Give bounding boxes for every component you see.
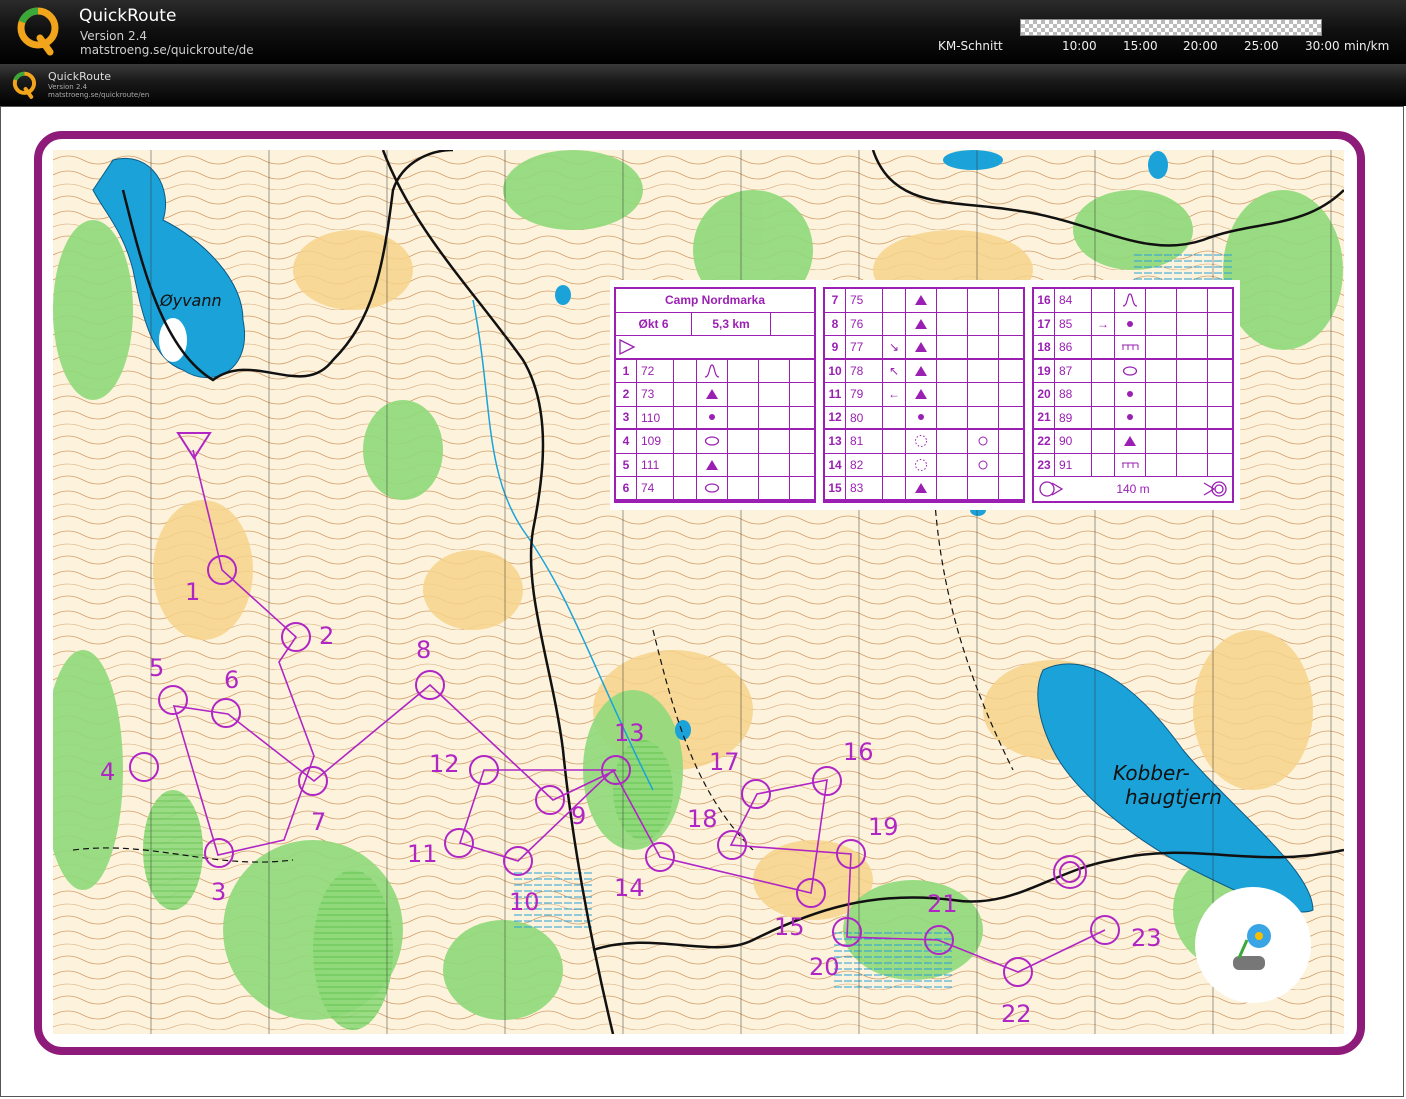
- control-number: 14: [614, 874, 645, 902]
- control-number: 1: [185, 578, 200, 606]
- app-version: Version 2.4: [80, 29, 148, 43]
- control-number: 19: [868, 813, 899, 841]
- description-row: 12 80: [825, 406, 1023, 430]
- lake-label-kobber: Kobber-: [1113, 761, 1190, 785]
- control-number: 6: [224, 666, 239, 694]
- description-row: 13 81: [825, 430, 1023, 454]
- pace-tick: 25:00: [1244, 39, 1279, 53]
- control-number: 17: [709, 748, 740, 776]
- pace-tick: 10:00: [1062, 39, 1097, 53]
- finish-row: 140 m: [1034, 477, 1232, 501]
- event-title: Camp Nordmarka: [616, 289, 814, 313]
- description-row: 6 74: [616, 477, 814, 501]
- control-number: 8: [416, 636, 431, 664]
- pace-tick: 20:00: [1183, 39, 1218, 53]
- control-number: 16: [843, 738, 874, 766]
- map-canvas[interactable]: Øyvann Kobber- haugtjern 1 2 3 4 5 6 7 8…: [53, 150, 1344, 1034]
- control-number: 22: [1001, 1000, 1032, 1028]
- embedded-title: QuickRoute: [48, 70, 112, 83]
- pace-tick: 15:00: [1123, 39, 1158, 53]
- description-row: 14 82: [825, 453, 1023, 477]
- control-number: 12: [429, 750, 460, 778]
- app-url[interactable]: matstroeng.se/quickroute/de: [80, 43, 254, 57]
- orienteering-map[interactable]: Øyvann Kobber- haugtjern 1 2 3 4 5 6 7 8…: [53, 150, 1344, 1034]
- quickroute-logo-icon: [12, 71, 37, 99]
- description-row: 9 77 ↘: [825, 336, 1023, 360]
- description-row: 10 78 ↖: [825, 359, 1023, 383]
- lake-label-haugtjern: haugtjern: [1125, 785, 1222, 809]
- lake-label-oyvann: Øyvann: [159, 291, 222, 310]
- control-descriptions: Camp Nordmarka Økt 6 5,3 km 1 72 2 73 3 110 4 109 5…: [614, 287, 1239, 504]
- course-length: 5,3 km: [692, 312, 771, 335]
- description-row: 2 73: [616, 383, 814, 407]
- control-number: 10: [509, 888, 540, 916]
- embedded-version: Version 2.4: [48, 83, 88, 91]
- control-number: 4: [100, 758, 115, 786]
- quickroute-logo-icon: [17, 7, 59, 56]
- finish-distance: 140 m: [1116, 481, 1150, 496]
- description-table: Camp Nordmarka Økt 6 5,3 km 1 72 2 73 3 110 4 109 5…: [614, 287, 816, 503]
- description-row: 7 75: [825, 289, 1023, 313]
- control-number: 20: [809, 953, 840, 981]
- app-header: QuickRoute Version 2.4 matstroeng.se/qui…: [0, 0, 1406, 64]
- stage-label: Økt 6: [616, 312, 692, 335]
- description-row: 22 90: [1034, 430, 1232, 454]
- control-number: 11: [407, 840, 438, 868]
- pace-tick: 30:00: [1305, 39, 1340, 53]
- island: [159, 318, 187, 362]
- pace-label: KM-Schnitt: [938, 39, 1003, 53]
- control-number: 13: [614, 719, 645, 747]
- description-row: 21 89: [1034, 406, 1232, 430]
- app-title: QuickRoute: [79, 6, 177, 26]
- description-row: 18 86: [1034, 336, 1232, 360]
- control-number: 2: [319, 622, 334, 650]
- pace-color-scale: [1020, 19, 1322, 36]
- description-table: 16 84 17 85 → 18 86 19 87 20 88 21 89 22 90 23 91 140 m: [1032, 287, 1234, 503]
- description-row: 8 76: [825, 312, 1023, 336]
- description-row: 23 91: [1034, 453, 1232, 477]
- description-row: 20 88: [1034, 383, 1232, 407]
- description-row: 16 84: [1034, 289, 1232, 313]
- control-number: 9: [571, 802, 586, 830]
- control-number: 5: [149, 654, 164, 682]
- description-row: 1 72: [616, 359, 814, 383]
- description-table: 7 75 8 76 9 77 ↘ 10 78 ↖ 11 79 ← 12 80 13 81 14 82 15 83: [823, 287, 1025, 503]
- event-logo: [1195, 887, 1311, 1003]
- description-row: 17 85 →: [1034, 312, 1232, 336]
- description-row: 11 79 ←: [825, 383, 1023, 407]
- control-number: 15: [774, 913, 805, 941]
- description-row: 3 110: [616, 406, 814, 430]
- control-number: 18: [687, 805, 718, 833]
- description-row: 4 109: [616, 430, 814, 454]
- embedded-url[interactable]: matstroeng.se/quickroute/en: [48, 91, 149, 99]
- embedded-header: QuickRoute Version 2.4 matstroeng.se/qui…: [0, 64, 1406, 106]
- description-row: 5 111: [616, 453, 814, 477]
- pace-unit: min/km: [1344, 39, 1390, 53]
- control-number: 7: [311, 808, 326, 836]
- control-number: 3: [211, 878, 226, 906]
- description-row: 15 83: [825, 477, 1023, 501]
- control-number: 23: [1131, 924, 1162, 952]
- description-row: 19 87: [1034, 359, 1232, 383]
- start-row: [616, 336, 814, 360]
- control-number: 21: [927, 890, 958, 918]
